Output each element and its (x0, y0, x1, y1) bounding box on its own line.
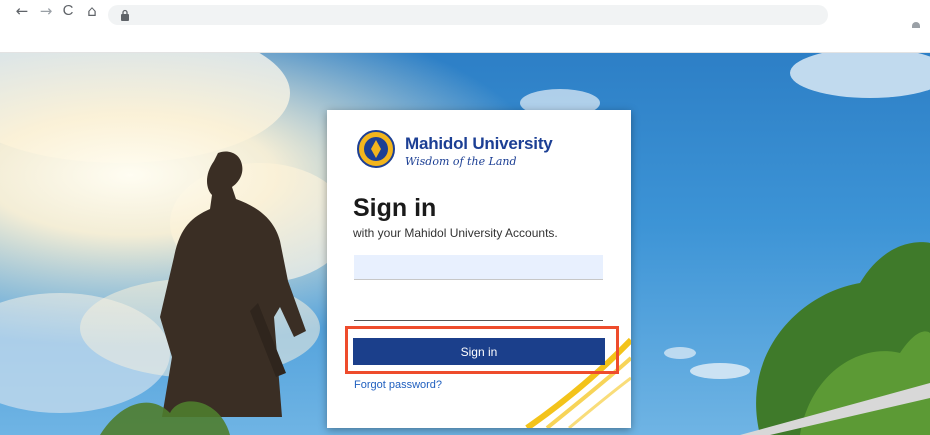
back-arrow-icon[interactable]: ← (14, 3, 30, 19)
home-icon[interactable]: ⌂ (84, 3, 100, 19)
address-bar[interactable] (108, 5, 828, 25)
profile-icon[interactable] (912, 22, 920, 28)
forward-arrow-icon[interactable]: → (38, 3, 54, 19)
password-field[interactable] (354, 296, 603, 321)
university-seal-icon (357, 130, 395, 168)
brand-name: Mahidol University (405, 134, 553, 153)
reload-icon[interactable]: C (60, 3, 76, 19)
browser-toolbar: ← → C ⌂ (0, 0, 930, 53)
page-title: Sign in (353, 194, 437, 222)
lock-icon (121, 9, 129, 21)
brand-tagline: Wisdom of the Land (405, 155, 517, 168)
sign-in-button[interactable]: Sign in (353, 338, 605, 365)
page-subtitle: with your Mahidol University Accounts. (353, 226, 558, 240)
login-card: Mahidol University Wisdom of the Land Si… (327, 110, 631, 428)
forgot-password-link[interactable]: Forgot password? (354, 379, 442, 391)
username-field[interactable] (354, 255, 603, 280)
